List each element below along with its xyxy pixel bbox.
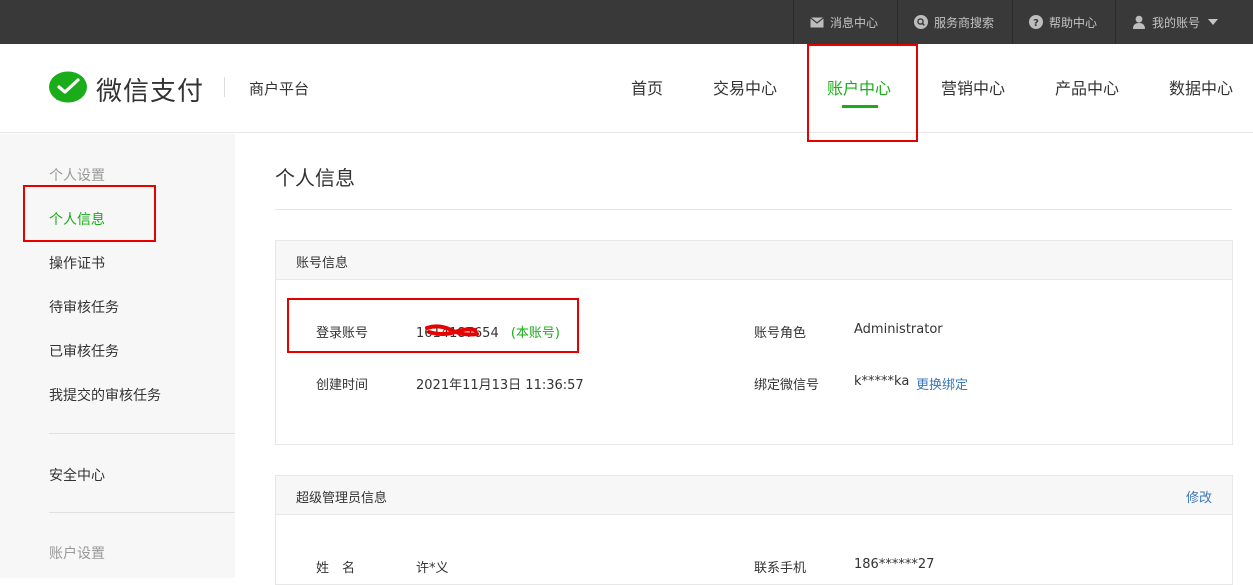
merchant-platform-label: 商户平台	[249, 80, 310, 98]
super-admin-title: 超级管理员信息	[296, 491, 388, 506]
created-time-value: 2021年11月13日 11:36:57	[416, 378, 584, 393]
wechat-pay-logo-icon	[48, 70, 88, 106]
admin-phone-label: 联系手机	[754, 561, 807, 576]
message-center-link[interactable]: 消息中心	[793, 0, 897, 44]
my-account-menu[interactable]: 我的账号	[1115, 0, 1253, 44]
user-icon	[1132, 15, 1146, 29]
nav-trade-center[interactable]: 交易中心	[713, 75, 777, 99]
message-center-label: 消息中心	[830, 15, 879, 30]
search-circle-icon	[914, 15, 928, 29]
sidebar-group-personal-settings: 个人设置	[49, 168, 105, 184]
account-role-value: Administrator	[854, 322, 943, 337]
envelope-icon	[810, 15, 824, 29]
logo-divider	[224, 77, 225, 97]
admin-name-value: 许*义	[416, 561, 449, 576]
chevron-down-icon	[1208, 19, 1219, 25]
top-utility-bar: 消息中心 服务商搜索 ? 帮助中心 我的账号	[0, 0, 1253, 44]
sidebar-group-account-settings: 账户设置	[49, 546, 105, 562]
nav-product-center[interactable]: 产品中心	[1055, 75, 1119, 99]
provider-search-label: 服务商搜索	[934, 15, 995, 30]
sidebar-item-certificate[interactable]: 操作证书	[49, 253, 105, 273]
annotation-box-login-account	[287, 298, 579, 353]
main-header: 微信支付 商户平台 首页 交易中心 账户中心 营销中心 产品中心 数据中心	[0, 44, 1253, 133]
account-info-header: 账号信息	[276, 241, 1232, 280]
annotation-box-account-center	[807, 44, 918, 142]
my-account-label: 我的账号	[1152, 15, 1201, 30]
sidebar-item-reviewed-tasks[interactable]: 已审核任务	[49, 341, 119, 361]
edit-admin-link[interactable]: 修改	[1186, 487, 1212, 506]
change-binding-link[interactable]: 更换绑定	[916, 374, 968, 393]
sidebar-divider	[49, 512, 235, 513]
help-center-link[interactable]: ? 帮助中心	[1012, 0, 1115, 44]
nav-home[interactable]: 首页	[631, 75, 663, 99]
logo-text: 微信支付	[96, 77, 205, 107]
help-icon: ?	[1029, 15, 1043, 29]
nav-data-center[interactable]: 数据中心	[1169, 75, 1233, 99]
title-divider	[275, 209, 1232, 210]
annotation-box-personal-info	[23, 185, 156, 242]
account-info-title: 账号信息	[296, 256, 349, 271]
sidebar-item-submitted-tasks[interactable]: 我提交的审核任务	[49, 385, 161, 405]
created-time-label: 创建时间	[316, 378, 369, 393]
nav-marketing-center[interactable]: 营销中心	[941, 75, 1005, 99]
svg-text:?: ?	[1033, 18, 1039, 29]
sidebar-divider	[49, 433, 235, 434]
admin-name-label: 姓 名	[316, 561, 356, 576]
super-admin-header: 超级管理员信息 修改	[276, 476, 1232, 515]
help-center-label: 帮助中心	[1049, 15, 1098, 30]
account-role-label: 账号角色	[754, 326, 807, 341]
sidebar-item-security-center[interactable]: 安全中心	[49, 465, 105, 485]
admin-phone-value: 186******27	[854, 557, 935, 572]
provider-search-link[interactable]: 服务商搜索	[897, 0, 1012, 44]
bound-wechat-value: k*****ka	[854, 374, 910, 389]
sidebar-item-pending-tasks[interactable]: 待审核任务	[49, 297, 119, 317]
bound-wechat-label: 绑定微信号	[754, 378, 820, 393]
page-title: 个人信息	[275, 166, 355, 190]
